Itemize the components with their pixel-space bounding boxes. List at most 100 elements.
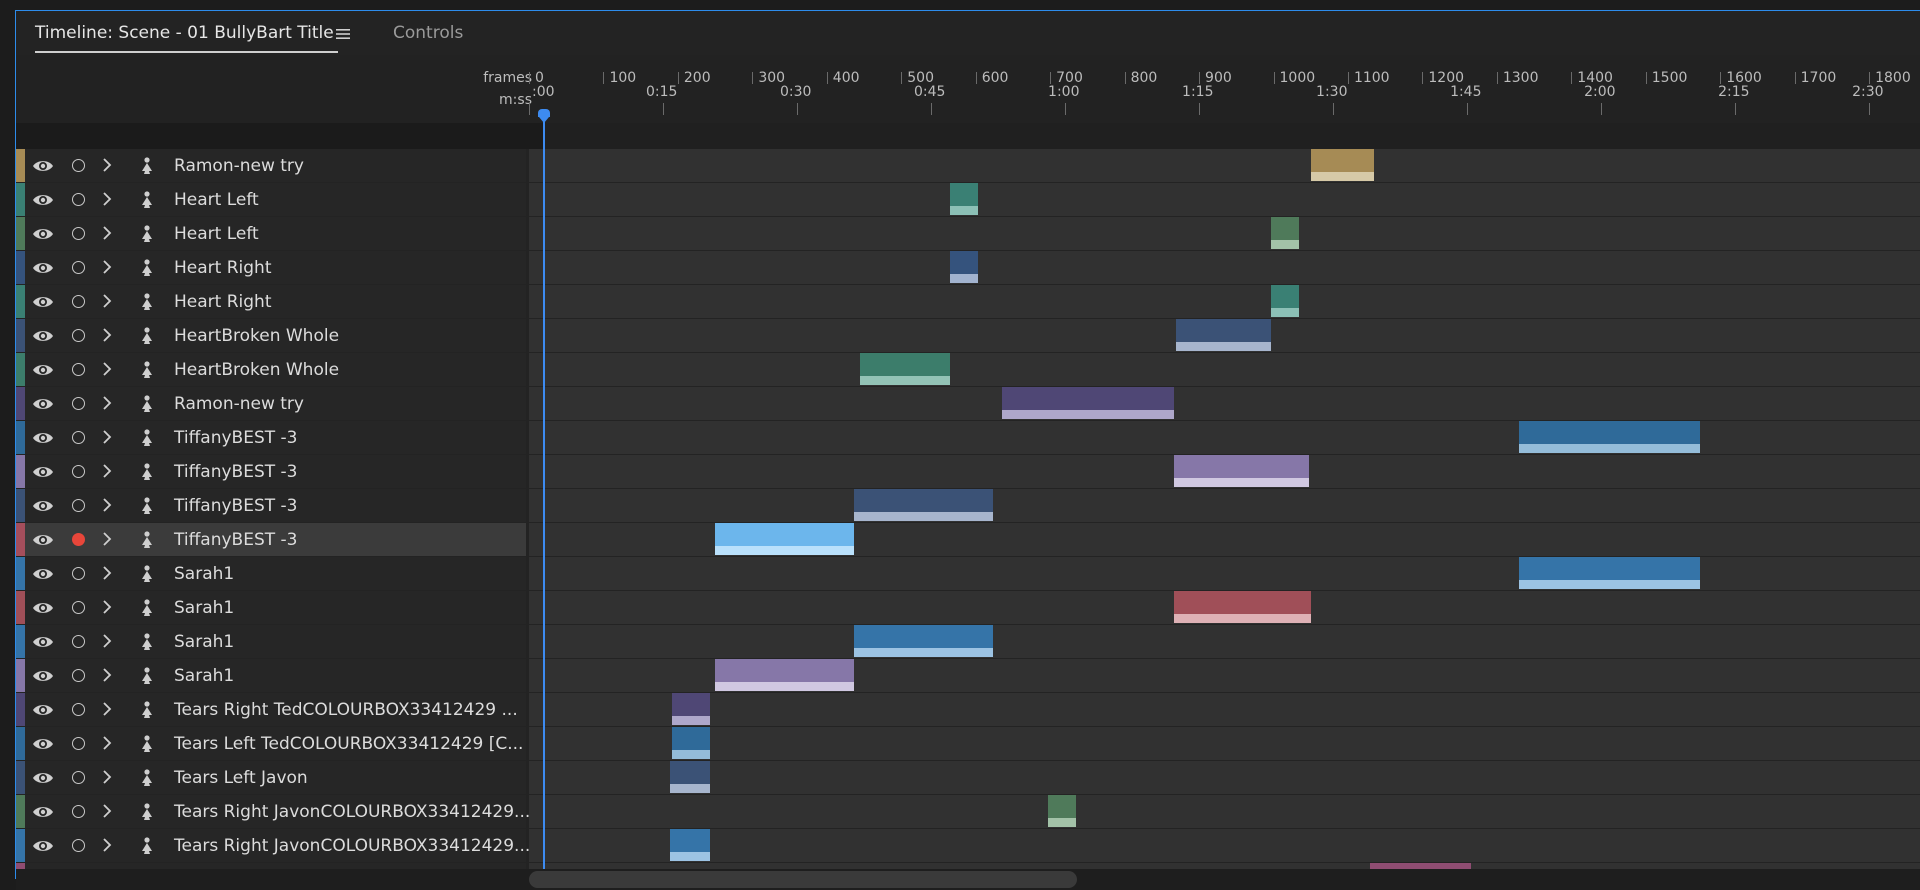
record-circle-icon[interactable] [72,635,85,648]
record-circle-icon[interactable] [72,227,85,240]
chevron-right-icon[interactable] [100,633,114,649]
take-clip[interactable] [859,353,950,385]
track-row[interactable]: HeartBroken Whole [16,319,1920,353]
tab-timeline[interactable]: Timeline: Scene - 01 BullyBart Title [35,23,338,53]
track-row[interactable]: TiffanyBEST -3 [16,489,1920,523]
track-lane[interactable] [529,795,1920,828]
track-row[interactable]: Heart Left [16,183,1920,217]
track-header[interactable]: Tears Left Javon [16,761,526,794]
eye-icon[interactable] [32,770,54,786]
record-circle-icon[interactable] [72,499,85,512]
record-circle-icon[interactable] [72,737,85,750]
track-lane[interactable] [529,421,1920,454]
track-header[interactable]: TiffanyBEST -3 [16,421,526,454]
record-circle-icon[interactable] [72,159,85,172]
hamburger-menu-icon[interactable] [336,25,350,44]
take-clip[interactable] [1519,557,1701,589]
track-row[interactable]: Tears Right JavonCOLOURBOX33412429... [16,829,1920,863]
eye-icon[interactable] [32,634,54,650]
track-header[interactable]: Sarah1 [16,557,526,590]
chevron-right-icon[interactable] [100,463,114,479]
take-clip[interactable] [854,625,993,657]
track-lane[interactable] [529,387,1920,420]
work-area-bar[interactable] [545,123,1920,149]
record-circle-icon[interactable] [72,771,85,784]
eye-icon[interactable] [32,396,54,412]
eye-icon[interactable] [32,158,54,174]
eye-icon[interactable] [32,498,54,514]
record-circle-icon[interactable] [72,567,85,580]
eye-icon[interactable] [32,600,54,616]
chevron-right-icon[interactable] [100,837,114,853]
take-clip[interactable] [1047,795,1077,827]
chevron-right-icon[interactable] [100,395,114,411]
track-lane[interactable] [529,251,1920,284]
take-clip[interactable] [671,727,710,759]
eye-icon[interactable] [32,430,54,446]
take-clip[interactable] [1001,387,1175,419]
track-lane[interactable] [529,217,1920,250]
eye-icon[interactable] [32,328,54,344]
track-header[interactable]: TiffanyBEST -3 [16,523,526,556]
eye-icon[interactable] [32,702,54,718]
track-row[interactable]: TiffanyBEST -3 [16,421,1920,455]
chevron-right-icon[interactable] [100,293,114,309]
take-clip[interactable] [854,489,993,521]
take-clip[interactable] [1174,455,1310,487]
chevron-right-icon[interactable] [100,599,114,615]
track-header[interactable]: HeartBroken Whole [16,319,526,352]
track-lane[interactable] [529,727,1920,760]
eye-icon[interactable] [32,736,54,752]
record-circle-icon[interactable] [72,193,85,206]
chevron-right-icon[interactable] [100,327,114,343]
take-clip[interactable] [1175,319,1272,351]
track-lane[interactable] [529,625,1920,658]
eye-icon[interactable] [32,464,54,480]
eye-icon[interactable] [32,362,54,378]
track-row[interactable]: Heart Left [16,217,1920,251]
chevron-right-icon[interactable] [100,191,114,207]
record-circle-icon[interactable] [72,397,85,410]
time-ruler[interactable]: frames m:ss 0 100 200 300 400 500 600 700 800 900… [16,55,1920,123]
record-circle-icon[interactable] [72,465,85,478]
eye-icon[interactable] [32,804,54,820]
chevron-right-icon[interactable] [100,735,114,751]
track-lane[interactable] [529,285,1920,318]
track-row[interactable]: TiffanyBEST -3 [16,455,1920,489]
track-header[interactable]: Ramon-new try [16,387,526,420]
track-lane[interactable] [529,761,1920,794]
chevron-right-icon[interactable] [100,701,114,717]
track-header[interactable]: Tears Right TedCOLOURBOX33412429 ... [16,693,526,726]
take-clip[interactable] [1174,591,1311,623]
track-row[interactable]: Sarah1 [16,625,1920,659]
record-circle-icon[interactable] [72,839,85,852]
track-lane[interactable] [529,353,1920,386]
track-header[interactable]: Heart Right [16,285,526,318]
record-circle-icon[interactable] [72,601,85,614]
eye-icon[interactable] [32,668,54,684]
take-clip[interactable] [670,829,710,861]
record-circle-icon[interactable] [72,295,85,308]
take-clip[interactable] [670,761,710,793]
take-clip[interactable] [949,251,978,283]
eye-icon[interactable] [32,532,54,548]
track-lane[interactable] [529,183,1920,216]
chevron-right-icon[interactable] [100,497,114,513]
track-row[interactable]: TiffanyBEST -3 [16,523,1920,557]
take-clip[interactable] [715,523,855,555]
track-header[interactable]: Sarah1 [16,659,526,692]
track-header[interactable]: TiffanyBEST -3 [16,455,526,488]
track-header[interactable]: Sarah1 [16,591,526,624]
track-lane[interactable] [529,557,1920,590]
track-row[interactable]: Sarah1 [16,591,1920,625]
track-lane[interactable] [529,149,1920,182]
track-row[interactable]: Ramon-new try [16,149,1920,183]
chevron-right-icon[interactable] [100,769,114,785]
eye-icon[interactable] [32,566,54,582]
take-clip[interactable] [1271,217,1299,249]
chevron-right-icon[interactable] [100,565,114,581]
record-circle-icon[interactable] [72,363,85,376]
eye-icon[interactable] [32,192,54,208]
eye-icon[interactable] [32,226,54,242]
track-lane[interactable] [529,489,1920,522]
